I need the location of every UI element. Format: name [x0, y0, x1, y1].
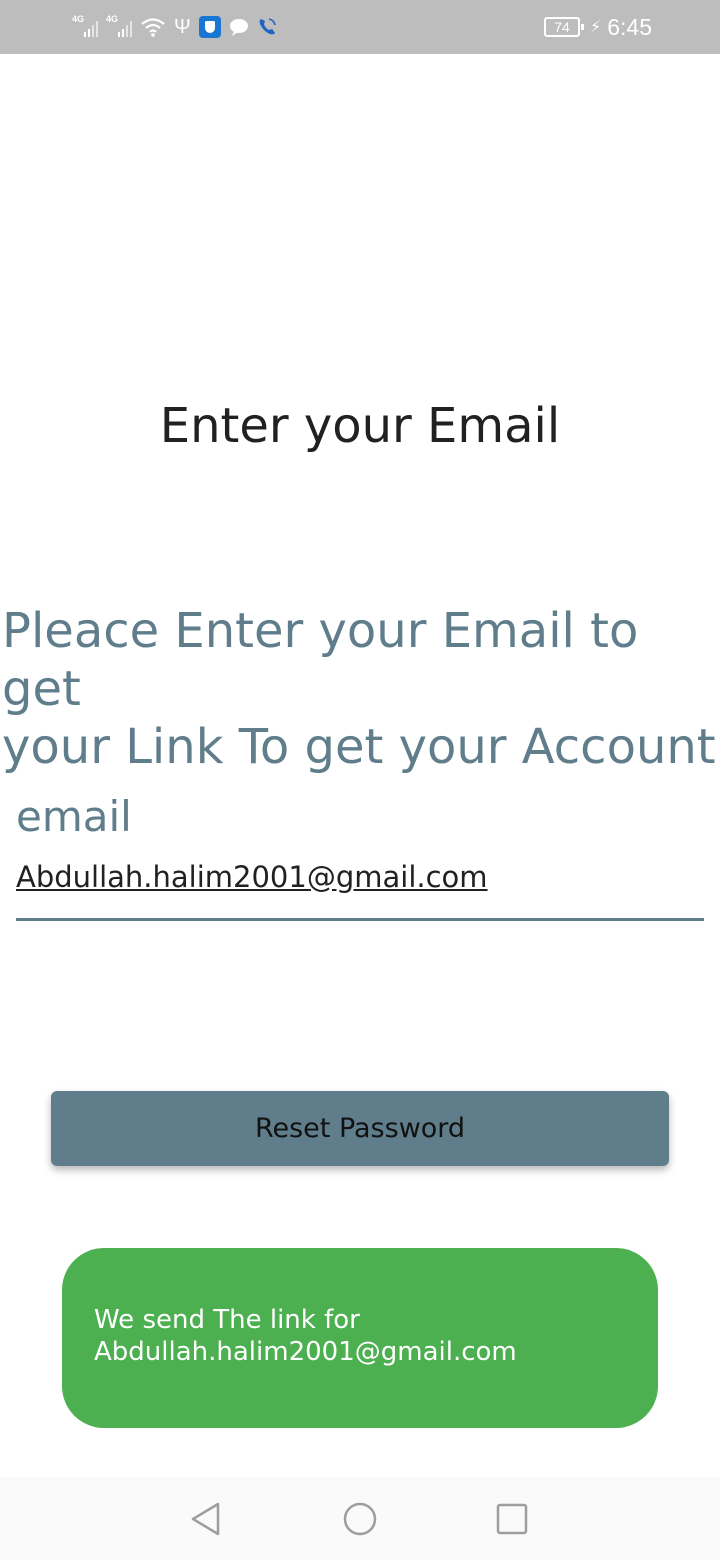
page-title: Enter your Email [159, 398, 561, 454]
chat-bubble-icon [229, 19, 248, 36]
status-bar: 4G 4G Ψ 74 ⚡ 6:45 [0, 0, 720, 54]
status-icons-left: 4G 4G Ψ [72, 12, 277, 42]
network-type-label: 4G [72, 14, 85, 24]
signal-icon: 4G [106, 14, 132, 37]
instructions-line-1: Pleace Enter your Email to get [2, 603, 639, 717]
email-field-label: email [16, 792, 132, 841]
navigation-bar [0, 1477, 720, 1560]
wifi-icon [141, 18, 165, 37]
snackbar-line-1: We send The link for [94, 1305, 360, 1335]
battery-level: 74 [554, 19, 570, 35]
status-time: 6:45 [607, 13, 652, 40]
reset-password-button[interactable]: Reset Password [51, 1091, 669, 1166]
instructions-line-2: your Link To get your Account [2, 719, 716, 775]
back-icon[interactable] [188, 1501, 224, 1537]
snackbar-message: We send The link for Abdullah.halim2001@… [62, 1248, 658, 1428]
usb-icon: Ψ [174, 16, 191, 38]
network-type-label: 4G [106, 14, 119, 24]
email-field-underline [16, 918, 704, 921]
signal-icon: 4G [72, 14, 98, 37]
charging-icon: ⚡ [590, 19, 602, 36]
phone-call-icon [259, 18, 276, 35]
snackbar-line-2: Abdullah.halim2001@gmail.com [94, 1337, 517, 1367]
instructions-text: Pleace Enter your Email to get your Link… [2, 602, 717, 776]
battery-icon: 74 [544, 17, 584, 37]
home-icon[interactable] [342, 1501, 378, 1537]
recents-icon[interactable] [494, 1501, 530, 1537]
status-icons-right: 74 ⚡ 6:45 [544, 12, 652, 42]
email-field[interactable] [16, 855, 704, 899]
shield-icon [198, 16, 221, 38]
